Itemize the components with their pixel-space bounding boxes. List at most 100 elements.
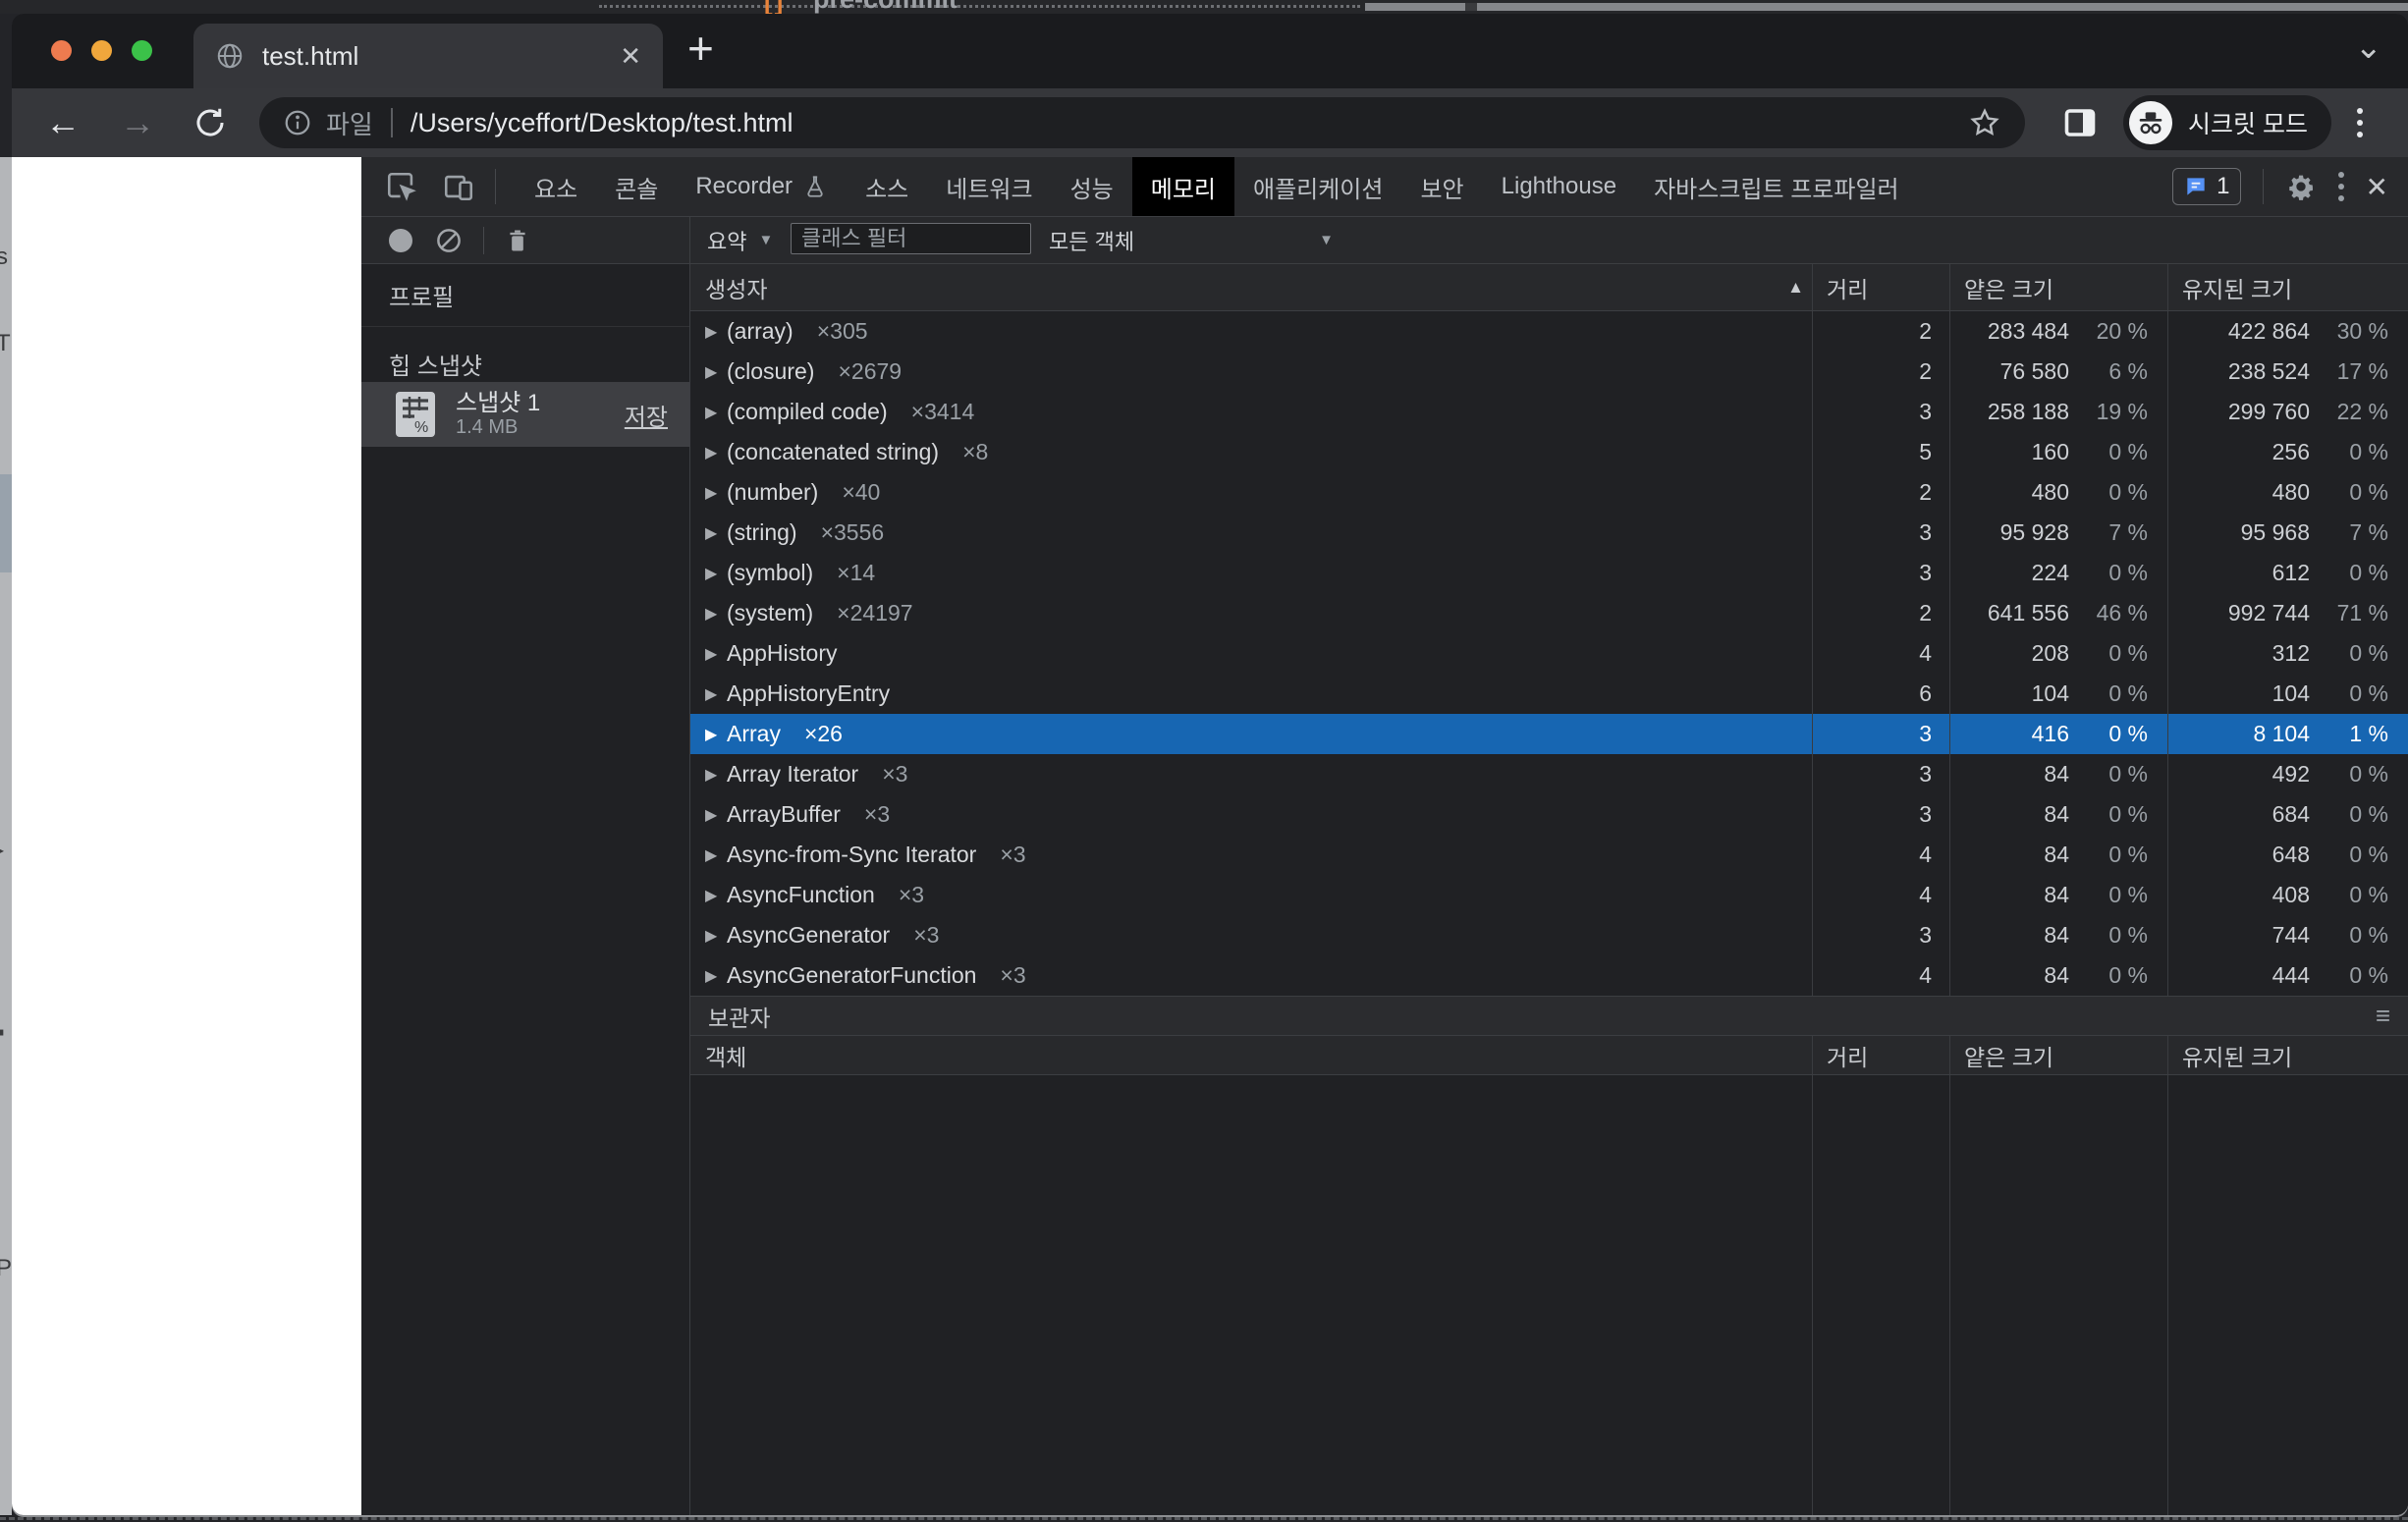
distance-value: 3 <box>1812 714 1949 754</box>
save-snapshot-link[interactable]: 저장 <box>625 398 668 432</box>
info-icon[interactable] <box>283 108 312 137</box>
record-heap-button[interactable] <box>389 229 412 252</box>
disclosure-triangle-icon[interactable]: ▶ <box>705 886 727 905</box>
disclosure-triangle-icon[interactable]: ▶ <box>705 604 727 624</box>
table-row[interactable]: ▶ AppHistoryEntry 6 104 0 % 104 0 % <box>690 674 2408 714</box>
devtools-tab-네트워크[interactable]: 네트워크 <box>927 157 1051 216</box>
settings-gear-icon[interactable] <box>2285 171 2317 202</box>
shallow-size-percent: 0 % <box>2069 962 2167 989</box>
distance-value: 3 <box>1812 754 1949 794</box>
column-header-distance[interactable]: 거리 <box>1812 264 1949 310</box>
table-row[interactable]: ▶ (system) ×24197 2 641 556 46 % 992 744… <box>690 593 2408 633</box>
table-row[interactable]: ▶ (concatenated string) ×8 5 160 0 % 256… <box>690 432 2408 472</box>
disclosure-triangle-icon[interactable]: ▶ <box>705 644 727 664</box>
disclosure-triangle-icon[interactable]: ▶ <box>705 483 727 503</box>
table-row[interactable]: ▶ (compiled code) ×3414 3 258 188 19 % 2… <box>690 392 2408 432</box>
devtools-menu-icon[interactable] <box>2338 172 2344 201</box>
table-row[interactable]: ▶ AppHistory 4 208 0 % 312 0 % <box>690 633 2408 674</box>
distance-value: 4 <box>1812 835 1949 875</box>
column-header-shallow-size[interactable]: 얕은 크기 <box>1949 264 2167 310</box>
close-window-button[interactable] <box>51 40 72 61</box>
disclosure-triangle-icon[interactable]: ▶ <box>705 362 727 382</box>
devtools-close-icon[interactable]: ✕ <box>2366 171 2388 203</box>
constructor-name: Array <box>727 721 781 747</box>
delete-trash-icon[interactable] <box>504 227 531 254</box>
disclosure-triangle-icon[interactable]: ▶ <box>705 523 727 543</box>
devtools-tab-콘솔[interactable]: 콘솔 <box>596 157 677 216</box>
new-tab-button[interactable]: + <box>687 22 714 75</box>
browser-tab[interactable]: test.html ✕ <box>193 24 663 88</box>
disclosure-triangle-icon[interactable]: ▶ <box>705 564 727 583</box>
bookmark-star-icon[interactable] <box>1968 106 2001 139</box>
instance-count: ×26 <box>804 721 843 747</box>
devtools-tab-요소[interactable]: 요소 <box>516 157 596 216</box>
zoom-window-button[interactable] <box>132 40 152 61</box>
disclosure-triangle-icon[interactable]: ▶ <box>705 805 727 825</box>
toolbar-separator <box>495 169 496 204</box>
disclosure-triangle-icon[interactable]: ▶ <box>705 443 727 462</box>
profiles-header: 프로필 <box>361 264 689 327</box>
disclosure-triangle-icon[interactable]: ▶ <box>705 926 727 946</box>
table-row[interactable]: ▶ (symbol) ×14 3 224 0 % 612 0 % <box>690 553 2408 593</box>
column-header-object[interactable]: 객체 <box>690 1036 1812 1074</box>
devtools-tab-메모리[interactable]: 메모리 <box>1132 157 1234 216</box>
disclosure-triangle-icon[interactable]: ▶ <box>705 403 727 422</box>
disclosure-triangle-icon[interactable]: ▶ <box>705 322 727 342</box>
disclosure-triangle-icon[interactable]: ▶ <box>705 845 727 865</box>
perspective-select[interactable]: 요약 ▼ <box>707 225 773 256</box>
table-row[interactable]: ▶ Array ×26 3 416 0 % 8 104 1 % <box>690 714 2408 754</box>
incognito-badge[interactable]: 시크릿 모드 <box>2123 95 2331 150</box>
instance-count: ×3 <box>882 761 907 788</box>
disclosure-triangle-icon[interactable]: ▶ <box>705 966 727 986</box>
hamburger-menu-icon[interactable]: ≡ <box>2376 1001 2390 1031</box>
column-header-retained-size[interactable]: 유지된 크기 <box>2167 1036 2408 1074</box>
inspect-element-icon[interactable] <box>385 170 418 203</box>
tab-search-chevron-icon[interactable]: ⌄ <box>2355 27 2383 67</box>
side-panel-icon[interactable] <box>2062 105 2098 140</box>
devtools-tab-보안[interactable]: 보안 <box>1401 157 1482 216</box>
retained-size-value: 684 <box>2168 801 2310 828</box>
objects-scope-select[interactable]: 모든 객체 ▼ <box>1049 225 1334 256</box>
issues-badge[interactable]: 1 <box>2172 168 2240 205</box>
table-row[interactable]: ▶ (array) ×305 2 283 484 20 % 422 864 30… <box>690 311 2408 352</box>
table-row[interactable]: ▶ Async-from-Sync Iterator ×3 4 84 0 % 6… <box>690 835 2408 875</box>
back-button[interactable]: ← <box>45 105 81 140</box>
address-bar[interactable]: 파일 /Users/yceffort/Desktop/test.html <box>259 97 2025 148</box>
clear-icon[interactable] <box>434 226 464 255</box>
disclosure-triangle-icon[interactable]: ▶ <box>705 765 727 785</box>
column-header-retained-size[interactable]: 유지된 크기 <box>2167 264 2408 310</box>
table-row[interactable]: ▶ (number) ×40 2 480 0 % 480 0 % <box>690 472 2408 513</box>
distance-value: 4 <box>1812 955 1949 996</box>
retainers-column-header: 객체 거리 얕은 크기 유지된 크기 <box>690 1036 2408 1075</box>
snapshot-item[interactable]: % 스냅샷 1 1.4 MB 저장 <box>361 382 689 447</box>
devtools-tab-성능[interactable]: 성능 <box>1052 157 1132 216</box>
table-row[interactable]: ▶ AsyncGeneratorFunction ×3 4 84 0 % 444… <box>690 955 2408 996</box>
tab-strip: test.html ✕ + ⌄ <box>12 14 2408 88</box>
column-header-constructor[interactable]: 생성자 ▲ <box>690 264 1812 310</box>
devtools-tab-자바스크립트-프로파일러[interactable]: 자바스크립트 프로파일러 <box>1635 157 1918 216</box>
table-row[interactable]: ▶ AsyncFunction ×3 4 84 0 % 408 0 % <box>690 875 2408 915</box>
devtools-tab-lighthouse[interactable]: Lighthouse <box>1483 157 1635 216</box>
table-row[interactable]: ▶ (string) ×3556 3 95 928 7 % 95 968 7 % <box>690 513 2408 553</box>
devtools-tab-recorder[interactable]: Recorder <box>677 157 847 216</box>
screen: [] pre-commit sT ▸ ▪P <box>0 0 2408 1522</box>
table-row[interactable]: ▶ Array Iterator ×3 3 84 0 % 492 0 % <box>690 754 2408 794</box>
disclosure-triangle-icon[interactable]: ▶ <box>705 684 727 704</box>
column-header-shallow-size[interactable]: 얕은 크기 <box>1949 1036 2167 1074</box>
shallow-size-value: 416 <box>1950 721 2069 747</box>
reload-button[interactable] <box>192 105 228 140</box>
tab-close-icon[interactable]: ✕ <box>620 43 641 69</box>
browser-menu-icon[interactable] <box>2357 108 2363 137</box>
table-row[interactable]: ▶ ArrayBuffer ×3 3 84 0 % 684 0 % <box>690 794 2408 835</box>
column-header-distance[interactable]: 거리 <box>1812 1036 1949 1074</box>
class-filter-input[interactable] <box>791 223 1031 254</box>
forward-button[interactable]: → <box>120 105 155 140</box>
devtools-tab-소스[interactable]: 소스 <box>847 157 927 216</box>
devtools-tab-애플리케이션[interactable]: 애플리케이션 <box>1234 157 1401 216</box>
device-toolbar-icon[interactable] <box>442 170 475 203</box>
table-row[interactable]: ▶ (closure) ×2679 2 76 580 6 % 238 524 1… <box>690 352 2408 392</box>
minimize-window-button[interactable] <box>91 40 112 61</box>
table-row[interactable]: ▶ AsyncGenerator ×3 3 84 0 % 744 0 % <box>690 915 2408 955</box>
retained-size-value: 408 <box>2168 882 2310 908</box>
disclosure-triangle-icon[interactable]: ▶ <box>705 725 727 744</box>
